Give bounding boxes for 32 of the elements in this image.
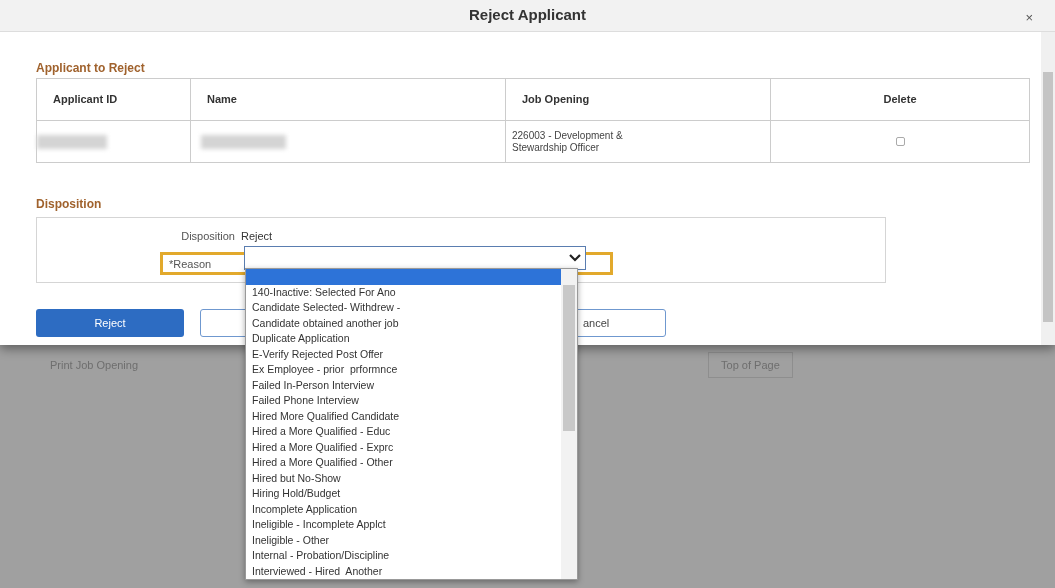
disposition-value: Reject	[241, 229, 273, 244]
dropdown-option[interactable]: Failed Phone Interview	[246, 393, 561, 409]
dropdown-option[interactable]: Ex Employee - prior prformnce	[246, 362, 561, 378]
table-cell-text: 226003 - Development & Stewardship Officer	[512, 129, 624, 154]
section-title: Applicant to Reject	[36, 60, 146, 77]
delete-checkbox[interactable]	[895, 137, 905, 146]
dropdown-option[interactable]: Hiring Hold/Budget	[246, 486, 561, 502]
dropdown-option[interactable]: Internal - Probation/Discipline	[246, 548, 561, 564]
column-header: Applicant ID	[53, 92, 118, 108]
reject-button[interactable]: Reject	[36, 309, 184, 337]
disposition-label: Disposition	[180, 229, 235, 244]
dialog-title: Reject Applicant	[469, 5, 586, 26]
dropdown-option[interactable]: E-Verify Rejected Post Offer	[246, 346, 561, 362]
dropdown-option[interactable]: Ineligible - Incomplete Applct	[246, 517, 561, 533]
reason-select[interactable]	[244, 246, 586, 270]
section-title: Disposition	[36, 196, 103, 213]
dropdown-option[interactable]: Hired More Qualified Candidate	[246, 408, 561, 424]
dropdown-option[interactable]: Hired but No-Show	[246, 470, 561, 486]
dropdown-option[interactable]: Incomplete Application	[246, 501, 561, 517]
dropdown-option[interactable]: Hired a More Qualified - Exprc	[246, 439, 561, 455]
dropdown-option[interactable]: 140-Inactive: Selected For Ano	[246, 284, 561, 300]
close-button[interactable]: ×	[1025, 8, 1033, 28]
reason-label: *Reason	[169, 257, 212, 272]
chevron-down-icon	[569, 254, 581, 262]
column-header: Job Opening	[522, 92, 590, 108]
dropdown-option[interactable]: Failed In-Person Interview	[246, 377, 561, 393]
dropdown-option[interactable]: Interviewed - Hired Another	[246, 563, 561, 579]
dropdown-option[interactable]: Ineligible - Other	[246, 532, 561, 548]
column-header: Name	[207, 92, 237, 108]
dropdown-option[interactable]: Hired a More Qualified - Other	[246, 455, 561, 471]
dropdown-option[interactable]: Hired a More Qualified - Educ	[246, 424, 561, 440]
column-header: Delete	[883, 92, 917, 108]
